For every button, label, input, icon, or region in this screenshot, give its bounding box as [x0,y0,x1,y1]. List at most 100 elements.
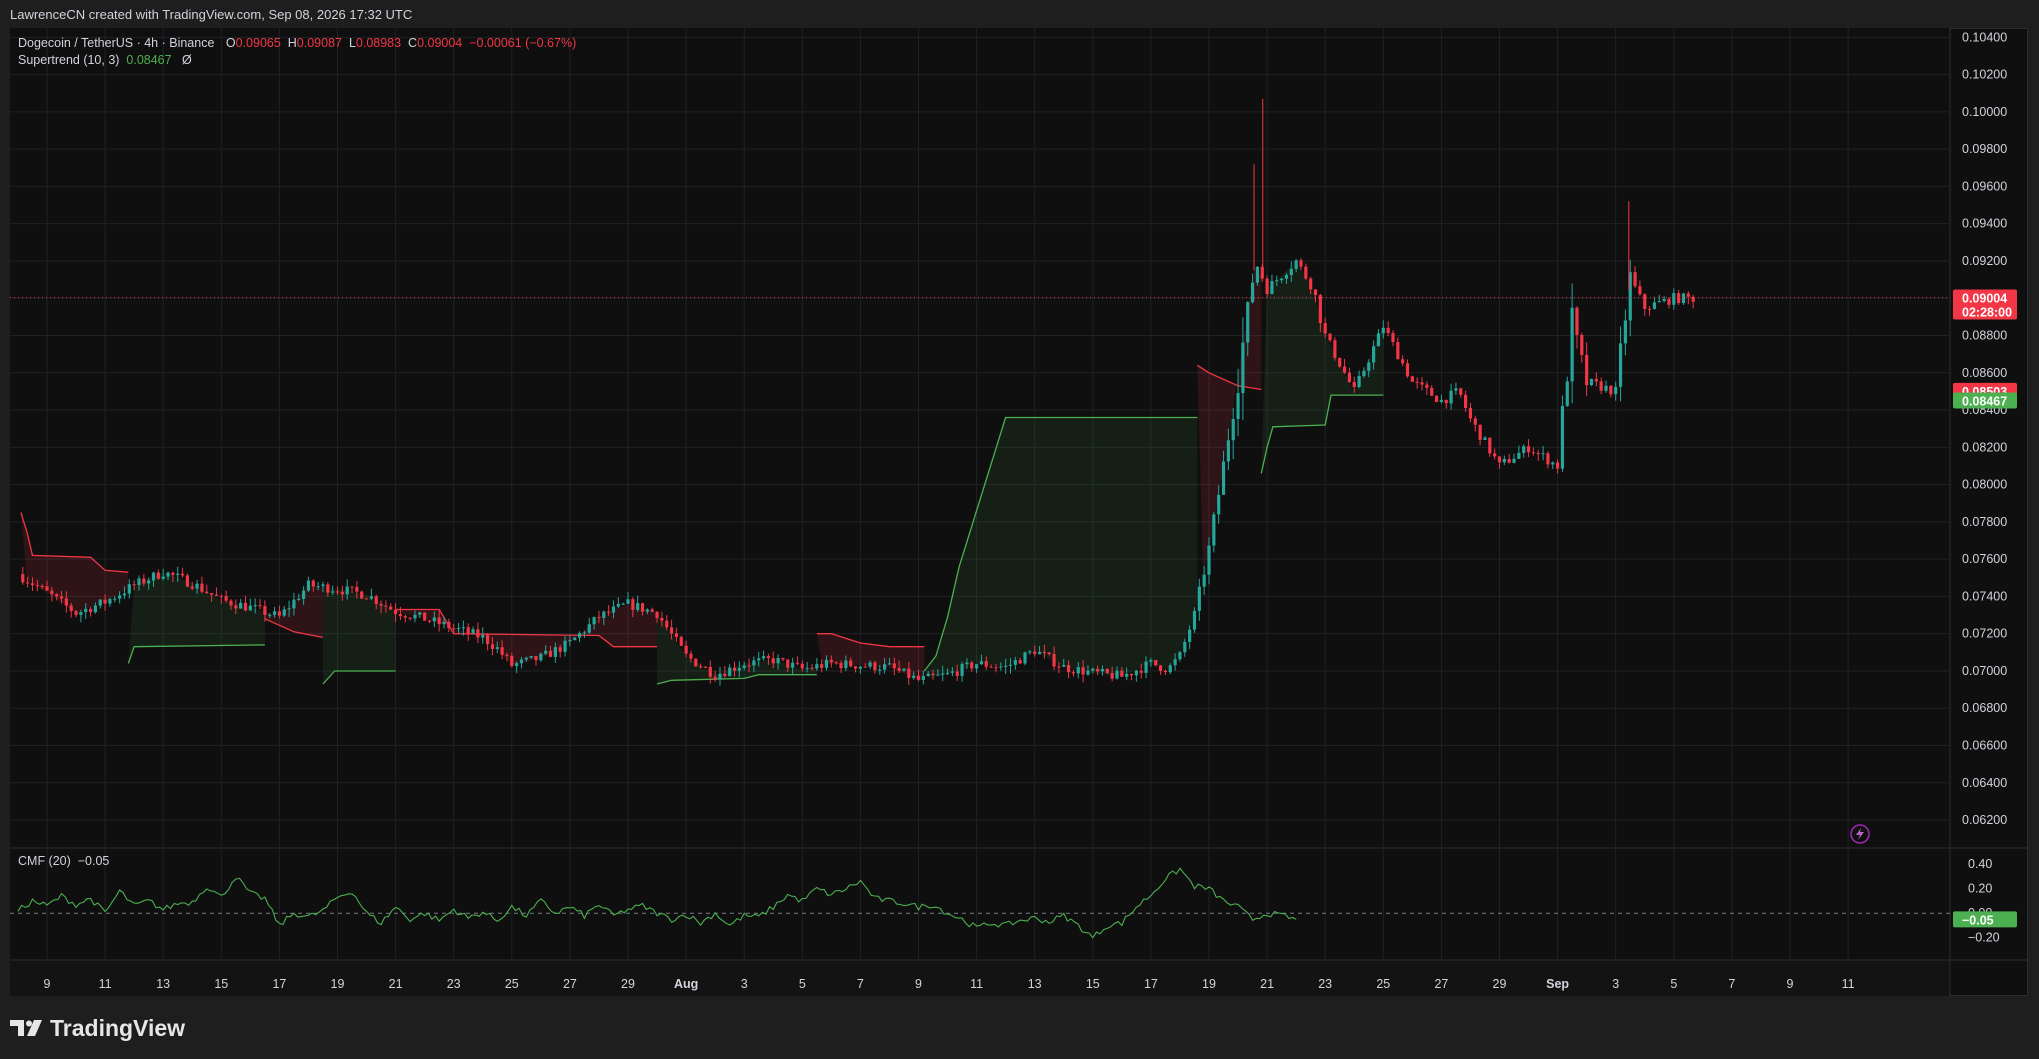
candle-up [539,653,543,661]
candle-up [1672,293,1676,305]
candle-down [853,666,858,669]
cmf-tick-label: 0.20 [1968,882,1992,896]
candle-down [984,661,988,667]
candle-down [694,658,698,667]
candle-up [1376,333,1381,347]
candle-up [965,662,969,665]
time-tick-label: 27 [563,977,577,991]
candle-down [447,621,451,629]
candle-down [277,611,281,616]
candle-up [331,591,335,593]
candle-down [505,654,509,656]
candle-down [1333,340,1337,358]
candle-up [1178,652,1182,660]
indicator-extra: Ø [182,53,192,67]
candle-down [994,667,998,669]
cmf-label[interactable]: CMF (20) [18,854,71,868]
footer-brand[interactable]: TradingView [10,1000,410,1056]
candle-down [699,666,703,668]
candle-down [1304,266,1308,279]
candle-down [839,663,843,669]
candle-down [364,598,369,600]
candle-down [1163,670,1168,673]
candle-down [1401,359,1405,364]
candle-down [1110,673,1114,679]
open-value: 0.09065 [235,36,281,50]
candle-up [151,572,156,581]
candle-down [931,673,935,676]
candle-down [466,627,470,634]
candle-up [1004,665,1008,667]
candle-down [59,596,64,599]
candle-down [1391,333,1395,343]
candle-down [35,585,39,587]
candle-up [858,666,862,669]
candle-down [1464,394,1468,408]
symbol-label[interactable]: Dogecoin / TetherUS · 4h · Binance [18,36,214,50]
candle-up [93,605,98,613]
candle-down [214,594,219,596]
candle-up [84,608,88,613]
candle-down [88,608,93,613]
candle-up [292,599,296,609]
candle-up [79,612,83,615]
price-tick-label: 0.06200 [1962,813,2007,827]
candle-down [873,662,877,671]
candle-up [1221,461,1226,495]
candle-down [713,676,717,680]
candle-down [810,667,814,669]
candle-down [1536,452,1540,454]
candle-down [1410,376,1414,382]
chart-svg[interactable]: 0.06200 0.06400 0.06600 0.06800 0.07000 0.072… [0,0,2039,1059]
candle-up [1560,405,1565,469]
candle-up [776,658,780,664]
candle-down [55,594,59,597]
candle-up [137,578,141,586]
candle-up [418,612,422,615]
time-tick-label: 29 [1493,977,1507,991]
candle-up [471,629,475,634]
price-legend: Dogecoin / TetherUS · 4h · Binance O0.09… [18,35,576,69]
candle-down [732,667,737,671]
candle-up [791,662,795,668]
candle-up [1091,668,1095,671]
candle-down [45,586,49,591]
cmf-legend: CMF (20) −0.05 [18,854,109,868]
candle-up [239,602,243,609]
candle-up [1192,610,1197,630]
candle-down [350,586,354,588]
candle-up [1144,661,1148,673]
high-label: H [287,36,297,50]
candle-down [490,644,495,649]
candle-up [147,580,151,584]
candle-up [302,590,306,599]
candle-up [456,627,461,629]
candle-up [1100,668,1105,672]
candle-down [21,574,25,583]
candle-down [132,584,136,586]
candle-down [1686,293,1690,297]
candle-up [592,617,596,625]
candle-up [718,673,722,680]
candle-down [1328,333,1332,341]
candle-down [243,602,248,611]
candle-up [761,656,766,659]
candle-down [156,572,160,579]
candle-up [297,598,301,600]
candle-up [1028,651,1032,653]
time-tick-label: 11 [1842,977,1855,991]
candle-up [1013,660,1017,665]
candle-up [166,572,170,577]
candle-down [631,599,635,610]
candle-up [728,667,732,677]
indicator-label[interactable]: Supertrend (10, 3) [18,53,119,67]
candle-down [669,627,674,634]
time-tick-label: 11 [970,977,983,991]
candle-down [374,596,378,604]
candle-down [1158,665,1163,671]
candle-down [185,575,190,587]
candle-down [849,660,853,667]
candle-down [534,656,538,661]
candle-up [306,580,311,591]
candle-up [1657,301,1661,303]
